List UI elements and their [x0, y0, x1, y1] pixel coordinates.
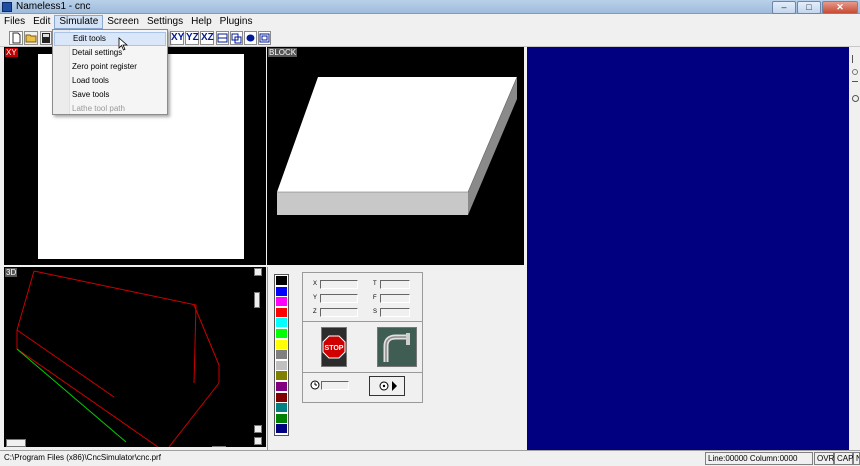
palette-swatch[interactable] — [276, 392, 287, 402]
spindle-tool-icon — [383, 333, 410, 362]
status-num: NUM — [853, 452, 860, 465]
settings-icon[interactable] — [852, 95, 859, 102]
open-folder-icon[interactable] — [24, 31, 38, 45]
palette-swatch[interactable] — [276, 307, 287, 317]
y-position-field — [320, 294, 358, 303]
menu-edit[interactable]: Edit — [29, 15, 54, 29]
block-3d-workpiece — [277, 76, 518, 215]
menu-simulate[interactable]: Simulate — [54, 15, 104, 29]
zoom-out-button[interactable] — [254, 425, 262, 433]
scroll-corner-button[interactable] — [254, 437, 262, 445]
fit-view-icon[interactable] — [258, 31, 271, 45]
block-viewport[interactable]: BLOCK — [267, 47, 524, 265]
menu-item-zero-point-register[interactable]: Zero point register — [54, 60, 166, 74]
color-palette[interactable] — [274, 274, 289, 436]
menu-settings[interactable]: Settings — [143, 15, 187, 29]
view-yz-button[interactable]: YZ — [185, 31, 199, 45]
y-label: Y — [313, 295, 318, 301]
solid-view-icon[interactable] — [244, 31, 257, 45]
palette-swatch[interactable] — [276, 297, 287, 307]
new-file-icon[interactable] — [9, 31, 23, 45]
time-field — [321, 381, 349, 390]
program-view-pane[interactable] — [527, 47, 849, 450]
save-icon[interactable] — [40, 31, 52, 45]
menu-bar: Files Edit Simulate Screen Settings Help… — [0, 15, 860, 29]
stop-text: STOP — [325, 345, 344, 352]
status-ovr: OVR — [814, 452, 834, 465]
tool-number-field — [380, 280, 410, 289]
palette-swatch[interactable] — [276, 350, 287, 360]
close-button[interactable]: ✕ — [822, 1, 858, 14]
palette-swatch[interactable] — [276, 360, 287, 370]
minimize-button[interactable]: – — [772, 1, 796, 14]
horizontal-slider-thumb[interactable] — [6, 439, 26, 447]
palette-swatch[interactable] — [276, 403, 287, 413]
menu-item-load-tools[interactable]: Load tools — [54, 74, 166, 88]
stop-button[interactable]: STOP — [321, 327, 347, 367]
window-controls: – □ ✕ — [772, 1, 858, 14]
xy-pane-label: XY — [5, 48, 18, 57]
f-label: F — [373, 295, 377, 301]
palette-swatch[interactable] — [276, 276, 287, 285]
t-label: T — [373, 281, 377, 287]
divider — [303, 372, 422, 373]
palette-swatch[interactable] — [276, 339, 287, 349]
x-position-field — [320, 280, 358, 289]
palette-swatch[interactable] — [276, 413, 287, 423]
view-xy-button[interactable]: XY — [170, 31, 184, 45]
maximize-button[interactable]: □ — [797, 1, 821, 14]
x-label: X — [313, 281, 318, 287]
3d-wireframe — [16, 270, 220, 447]
simulation-control-panel: X T Y F Z S STOP — [302, 272, 423, 403]
grid-view-icon[interactable] — [216, 31, 229, 45]
palette-swatch[interactable] — [276, 371, 287, 381]
view-xz-button[interactable]: XZ — [200, 31, 214, 45]
stop-sign-icon: STOP — [322, 335, 346, 359]
palette-swatch[interactable] — [276, 382, 287, 391]
z-label: Z — [313, 309, 317, 315]
3d-viewport[interactable]: 3D — [4, 267, 266, 447]
menu-screen[interactable]: Screen — [103, 15, 143, 29]
spindle-speed-field — [380, 308, 410, 317]
target-icon[interactable] — [852, 69, 858, 75]
simulate-dropdown-menu: Edit tools Detail settings Zero point re… — [52, 29, 168, 115]
spindle-tool-button[interactable] — [377, 327, 417, 367]
palette-swatch[interactable] — [276, 329, 287, 338]
z-position-field — [320, 308, 358, 317]
menu-files[interactable]: Files — [0, 15, 29, 29]
menu-plugins[interactable]: Plugins — [216, 15, 257, 29]
menu-item-edit-tools[interactable]: Edit tools — [54, 32, 166, 46]
menu-item-lathe-tool-path: Lathe tool path — [72, 104, 125, 113]
step-forward-button[interactable] — [369, 376, 405, 396]
block-pane-label: BLOCK — [268, 48, 298, 57]
menu-item-save-tools[interactable]: Save tools — [54, 88, 166, 102]
s-label: S — [373, 309, 378, 315]
3d-pane-label: 3D — [5, 268, 18, 277]
window-title: Nameless1 - cnc — [16, 1, 91, 12]
divider — [303, 321, 422, 322]
palette-swatch[interactable] — [276, 318, 287, 328]
status-line-column: Line:00000 Column:0000 — [705, 452, 813, 465]
palette-swatch[interactable] — [276, 286, 287, 296]
vertical-slider-thumb[interactable] — [254, 292, 260, 308]
status-cap: CAP — [834, 452, 853, 465]
palette-swatch[interactable] — [276, 424, 287, 434]
feed-rate-field — [380, 294, 410, 303]
minus-icon[interactable] — [852, 81, 858, 82]
status-bar: C:\Program Files (x86)\CncSimulator\cnc.… — [0, 450, 860, 466]
status-file-path: C:\Program Files (x86)\CncSimulator\cnc.… — [4, 453, 161, 462]
mouse-cursor-icon — [118, 37, 130, 51]
pointer-tool-icon[interactable] — [852, 55, 859, 63]
step-forward-icon — [379, 381, 397, 391]
clock-icon — [310, 380, 320, 390]
window-view-icon[interactable] — [230, 31, 243, 45]
menu-item-detail-settings[interactable]: Detail settings — [54, 46, 166, 60]
app-icon — [2, 2, 12, 12]
menu-help[interactable]: Help — [187, 15, 216, 29]
zoom-in-button[interactable] — [254, 268, 262, 276]
horizontal-scroll-marker — [212, 444, 226, 447]
side-toolbar — [850, 47, 860, 450]
title-bar[interactable]: Nameless1 - cnc – □ ✕ — [0, 0, 860, 14]
